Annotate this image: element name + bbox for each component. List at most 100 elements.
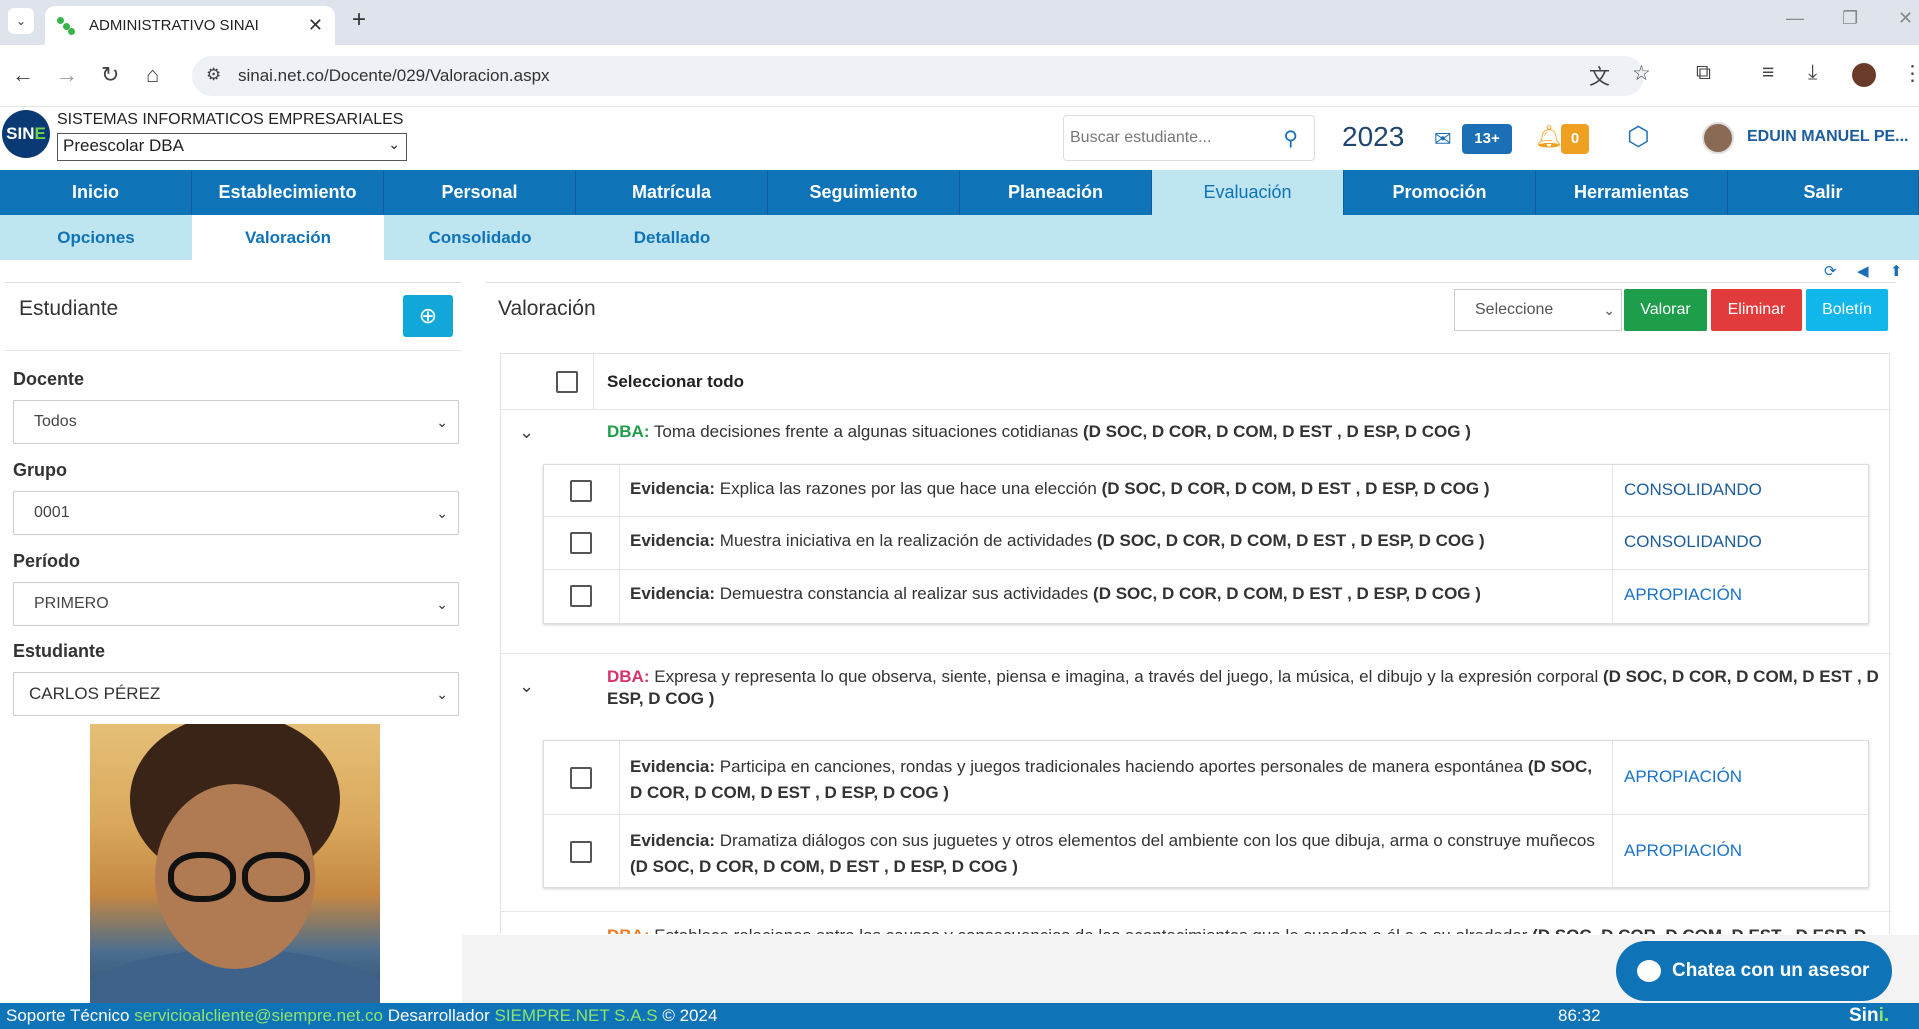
subnav-valoracion[interactable]: Valoración [192,215,384,260]
subnav-detallado[interactable]: Detallado [576,215,768,260]
valorar-button[interactable]: Valorar [1624,289,1707,331]
chevron-down-icon[interactable]: ⌄ [519,422,534,443]
browser-menu-icon[interactable]: ⋮ [1902,61,1919,86]
grupo-label: Grupo [13,460,67,480]
dba-group: ⌄ DBA: Toma decisiones frente a algunas … [501,410,1891,654]
download-icon[interactable]: ⤓ [1808,61,1817,85]
support-email-link[interactable]: servicioalcliente@siempre.net.co [134,1006,383,1025]
evidence-checkbox[interactable] [570,767,592,789]
nav-inicio[interactable]: Inicio [0,170,192,215]
logo-text-accent: E [34,124,46,143]
cube-icon[interactable]: ⬡ [1627,121,1650,152]
grupo-select[interactable]: 0001 ⌄ [13,491,459,535]
nav-promocion[interactable]: Promoción [1344,170,1536,215]
module-select[interactable]: Preescolar DBA ⌄ [57,133,407,161]
lifebuoy-button[interactable]: ⊕ [403,295,453,337]
nav-evaluacion[interactable]: Evaluación [1152,170,1344,215]
nav-matricula[interactable]: Matrícula [576,170,768,215]
student-search[interactable]: Buscar estudiante... ⚲ [1063,115,1315,161]
window-close-icon[interactable]: ✕ [1898,8,1913,29]
eliminar-button[interactable]: Eliminar [1711,289,1802,331]
docente-select[interactable]: Todos ⌄ [13,400,459,444]
bookmark-star-icon[interactable]: ☆ [1632,61,1651,86]
sinai-logo[interactable]: SINE [2,110,50,158]
address-bar[interactable]: ⚙ sinai.net.co/Docente/029/Valoracion.as… [192,56,1644,96]
nav-personal[interactable]: Personal [384,170,576,215]
nav-herramientas[interactable]: Herramientas [1536,170,1728,215]
evidence-text: Evidencia: Dramatiza diálogos con sus ju… [630,831,1595,876]
refresh-icon[interactable]: ⟳ [1824,262,1837,280]
estudiante-select[interactable]: CARLOS PÉREZ ⌄ [13,672,459,716]
chat-label: Chatea con un asesor [1672,960,1870,981]
reload-icon[interactable]: ↻ [101,62,119,88]
evaluation-value[interactable]: CONSOLIDANDO [1624,532,1762,552]
user-name[interactable]: EDUIN MANUEL PE... [1747,128,1909,146]
home-icon[interactable]: ⌂ [146,62,159,88]
evidence-text: Evidencia: Muestra iniciativa en la real… [630,531,1485,550]
url-text: sinai.net.co/Docente/029/Valoracion.aspx [238,66,550,85]
profile-avatar[interactable] [1852,63,1876,87]
support-label: Soporte Técnico [6,1006,130,1025]
mail-count-badge[interactable]: 13+ [1462,124,1512,154]
scroll-top-icon[interactable]: ⬆ [1890,262,1903,280]
evaluation-value[interactable]: APROPIACIÓN [1624,585,1742,605]
evidence-text: Evidencia: Demuestra constancia al reali… [630,584,1481,603]
chat-button[interactable]: Chatea con un asesor [1616,941,1892,1001]
site-info-icon[interactable]: ⚙ [206,65,221,85]
developer-link[interactable]: SIEMPRE.NET S.A.S [494,1006,657,1025]
nav-establecimiento[interactable]: Establecimiento [192,170,384,215]
extensions-icon[interactable]: ⧉ [1696,61,1711,85]
search-icon[interactable]: ⚲ [1283,126,1298,151]
back-icon[interactable]: ← [12,62,34,88]
evidence-checkbox[interactable] [570,532,592,554]
periodo-value: PRIMERO [34,595,109,612]
browser-tab[interactable]: ADMINISTRATIVO SINAI ✕ [45,6,335,45]
valoracion-select[interactable]: Seleccione ⌄ [1454,289,1622,331]
media-controls-icon[interactable]: ≡ [1762,61,1774,85]
nav-salir[interactable]: Salir [1728,170,1919,215]
evaluation-value[interactable]: APROPIACIÓN [1624,841,1742,861]
tab-title: ADMINISTRATIVO SINAI [89,17,259,34]
notification-count-badge[interactable]: 0 [1561,124,1589,154]
periodo-select[interactable]: PRIMERO ⌄ [13,582,459,626]
minimize-icon[interactable]: — [1786,8,1804,29]
year-label[interactable]: 2023 [1342,121,1404,153]
close-tab-icon[interactable]: ✕ [308,15,323,36]
dba-text: DBA: Establece relaciones entre las caus… [607,925,1896,934]
chevron-down-icon[interactable]: ⌄ [519,676,534,697]
bell-icon[interactable]: 🔔︎ [1535,124,1563,150]
chevron-down-icon: ⌄ [436,686,448,702]
nav-planeacion[interactable]: Planeación [960,170,1152,215]
forward-icon[interactable]: → [56,62,78,88]
subnav-consolidado[interactable]: Consolidado [384,215,576,260]
boletin-button[interactable]: Boletín [1806,289,1888,331]
user-avatar[interactable] [1702,122,1734,154]
translate-icon[interactable]: 文 [1589,61,1610,91]
restore-icon[interactable]: ❐ [1842,8,1858,29]
tab-search-chevron-icon[interactable]: ⌄ [8,8,34,34]
evidence-row: Evidencia: Explica las razones por las q… [544,465,1870,517]
copyright: © 2024 [662,1006,718,1025]
sinai-favicon-icon [57,16,75,35]
grupo-value: 0001 [34,504,70,521]
evidence-row: Evidencia: Dramatiza diálogos con sus ju… [544,815,1870,888]
evidence-checkbox[interactable] [570,480,592,502]
new-tab-icon[interactable]: + [352,6,366,34]
evaluation-value[interactable]: APROPIACIÓN [1624,767,1742,787]
nav-seguimiento[interactable]: Seguimiento [768,170,960,215]
footer-text: Soporte Técnico servicioalcliente@siempr… [6,1003,717,1029]
dba-text: DBA: Expresa y representa lo que observa… [607,667,1879,708]
panel-title: Valoración [498,297,596,320]
evidence-checkbox[interactable] [570,585,592,607]
evaluation-value[interactable]: CONSOLIDANDO [1624,480,1762,500]
panel-title: Estudiante [19,297,119,320]
docente-label: Docente [13,369,85,389]
evidence-checkbox[interactable] [570,841,592,863]
company-name: SISTEMAS INFORMATICOS EMPRESARIALES [57,111,404,128]
divider [5,350,461,351]
back-circle-icon[interactable]: ◀ [1857,262,1869,280]
subnav-opciones[interactable]: Opciones [0,215,192,260]
select-all-row: Seleccionar todo [501,354,1891,410]
mail-icon[interactable]: ✉ [1434,127,1452,152]
select-all-checkbox[interactable] [556,371,578,393]
